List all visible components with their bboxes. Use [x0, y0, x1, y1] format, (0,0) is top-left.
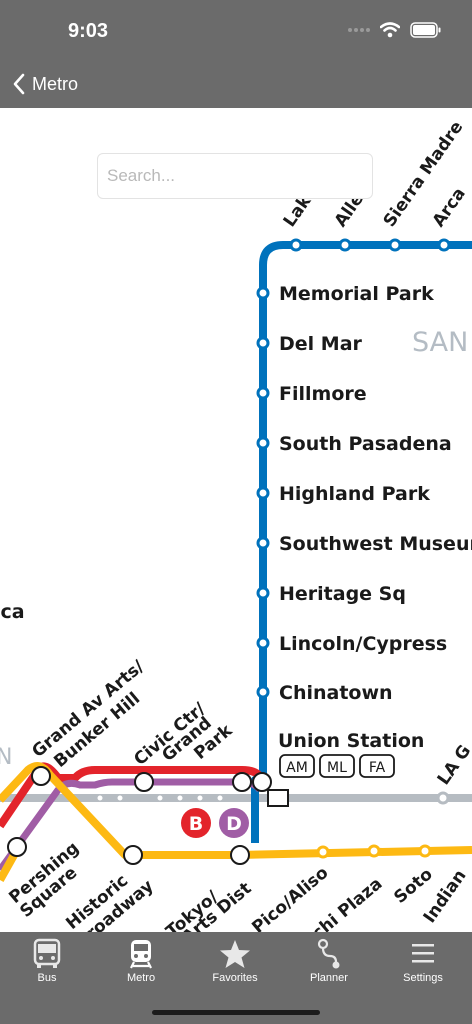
tab-settings[interactable]: Settings	[376, 938, 470, 994]
back-button-label: Metro	[32, 73, 79, 94]
badge-ml: ML	[327, 760, 347, 776]
battery-icon	[410, 22, 441, 38]
station-label-union-station[interactable]: Union Station	[278, 730, 424, 752]
home-indicator	[152, 1010, 320, 1015]
station-label-partial-ica[interactable]: ica	[0, 601, 25, 623]
station-label-del-mar[interactable]: Del Mar	[279, 333, 363, 355]
planner-icon	[317, 938, 340, 969]
search-input[interactable]	[97, 153, 373, 199]
star-icon	[220, 940, 250, 968]
tab-favorites[interactable]: Favorites	[188, 938, 282, 994]
station-label-top[interactable]: Arca	[429, 184, 470, 231]
tab-label: Settings	[403, 972, 443, 984]
union-station-badges: AM ML FA	[279, 754, 395, 778]
station-label-south-pasadena[interactable]: South Pasadena	[279, 433, 452, 455]
tab-label: Bus	[37, 972, 57, 984]
station-label-highland-park[interactable]: Highland Park	[279, 483, 430, 505]
tab-label: Favorites	[212, 972, 258, 984]
region-label-san: SAN	[412, 327, 468, 358]
bus-icon	[33, 938, 61, 968]
svg-text:B: B	[189, 813, 203, 835]
station-label-memorial-park[interactable]: Memorial Park	[279, 283, 434, 305]
union-station-connector	[267, 789, 289, 807]
station-label-lincoln-cypress[interactable]: Lincoln/Cypress	[279, 633, 447, 655]
station-marker-la-g	[436, 791, 450, 805]
navigation-bar: Metro	[0, 60, 472, 108]
line-badge-b: B	[181, 808, 211, 838]
back-button[interactable]: Metro	[12, 68, 78, 100]
badge-am: AM	[286, 760, 308, 776]
metro-map[interactable]: SAN N Lake Allen Sierra Madre Arca Memor…	[0, 108, 472, 932]
tab-metro[interactable]: Metro	[94, 938, 188, 994]
settings-icon	[412, 944, 434, 963]
tab-label: Metro	[126, 972, 156, 984]
cellular-signal-icon	[348, 28, 370, 32]
line-badge-d: D	[219, 808, 249, 838]
station-label-chinatown[interactable]: Chinatown	[279, 682, 393, 704]
station-label-la-g[interactable]: LA G	[434, 741, 472, 788]
tab-planner[interactable]: Planner	[282, 938, 376, 994]
svg-text:D: D	[226, 813, 242, 835]
station-label-fillmore[interactable]: Fillmore	[279, 383, 367, 405]
metro-map-svg: SAN N Lake Allen Sierra Madre Arca Memor…	[0, 118, 472, 932]
region-label-n: N	[0, 745, 12, 770]
status-time: 9:03	[68, 20, 109, 42]
badge-fa: FA	[369, 760, 386, 776]
tab-bus[interactable]: Bus	[0, 938, 94, 994]
station-label-southwest-museum[interactable]: Southwest Museum	[279, 533, 472, 555]
status-icons	[348, 22, 442, 38]
tab-label: Planner	[310, 972, 348, 984]
status-bar: 9:03	[0, 0, 472, 60]
chevron-left-icon	[13, 73, 25, 95]
station-label-heritage-sq[interactable]: Heritage Sq	[279, 583, 406, 605]
metro-icon	[130, 940, 152, 969]
wifi-icon	[380, 22, 400, 38]
